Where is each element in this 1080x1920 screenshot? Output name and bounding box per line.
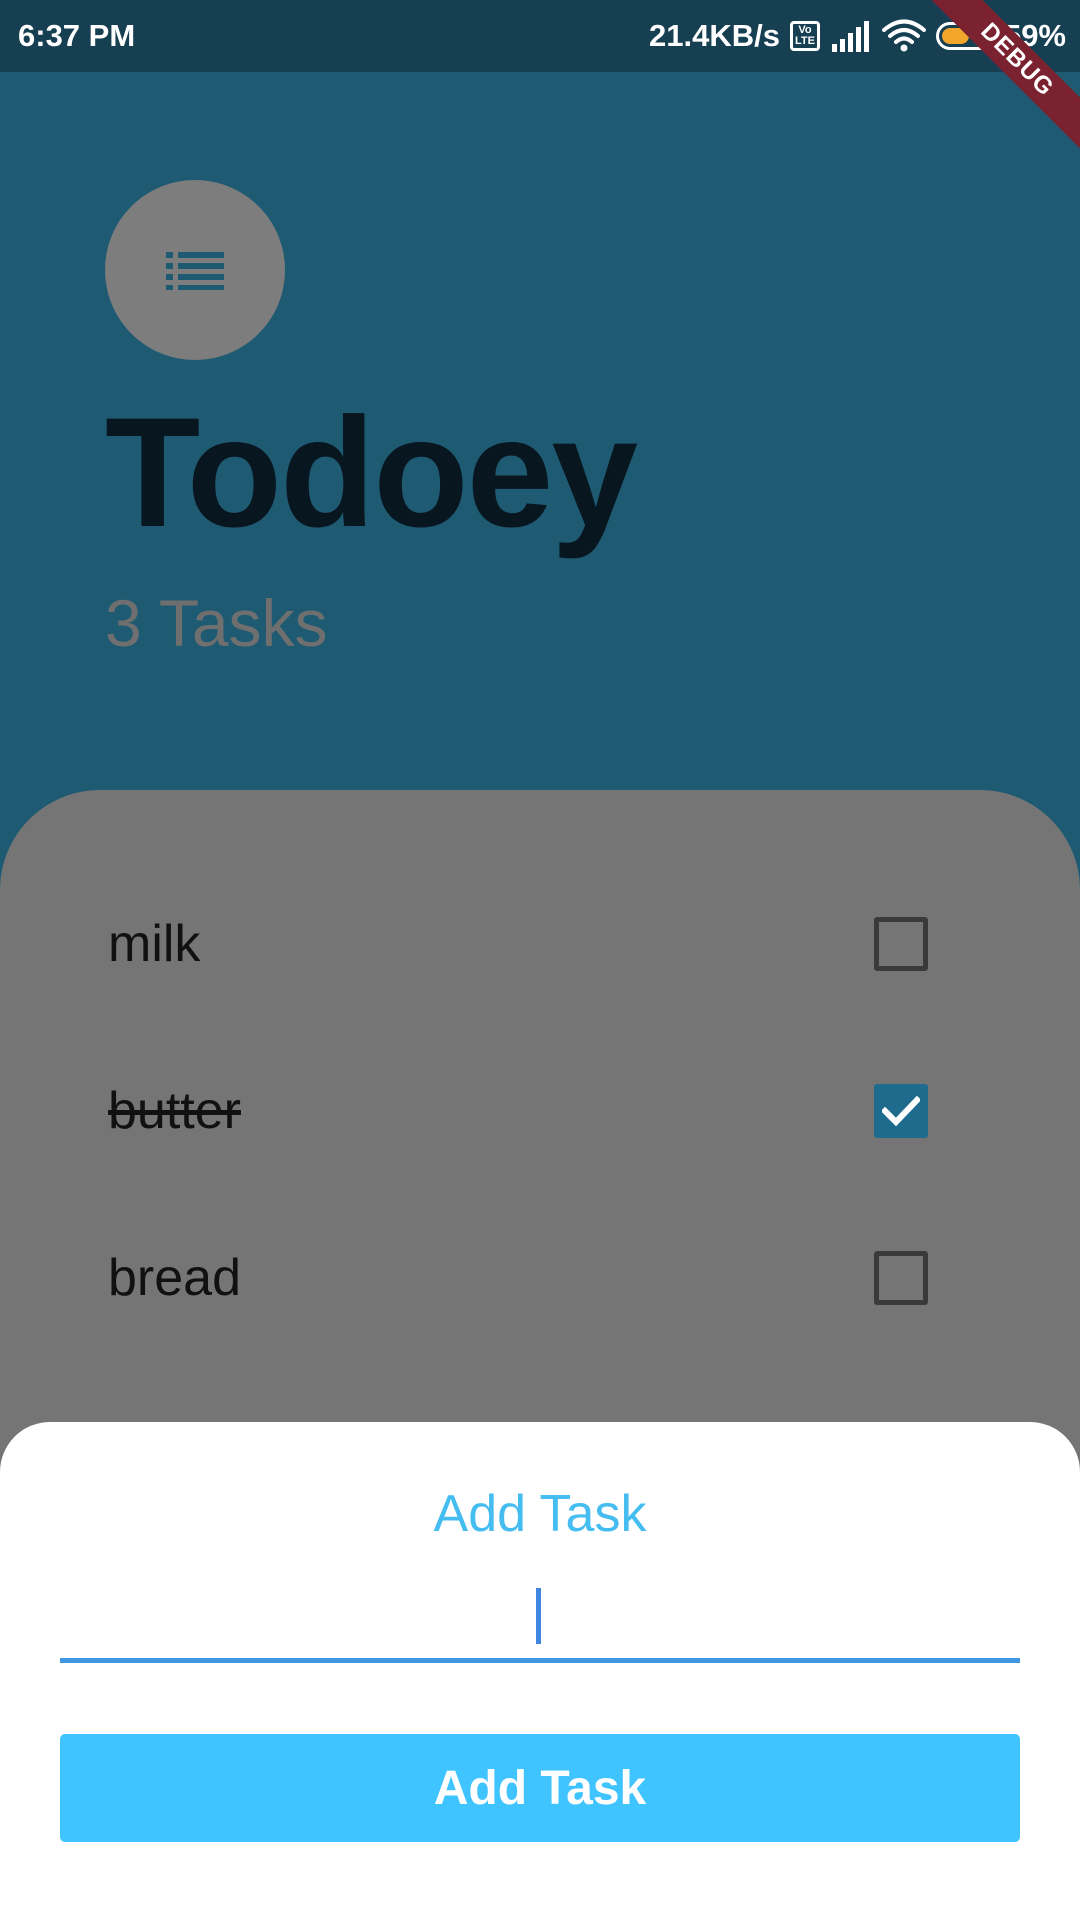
volte-icon-bottom-text: LTE xyxy=(794,35,815,47)
task-checkbox[interactable] xyxy=(874,917,928,971)
app-title: Todoey xyxy=(105,386,638,560)
checkmark-icon xyxy=(882,1096,920,1126)
list-icon xyxy=(166,252,224,290)
task-count: 3 Tasks xyxy=(105,586,328,660)
task-label: milk xyxy=(108,915,201,973)
status-time: 6:37 PM xyxy=(18,18,136,53)
list-icon-avatar xyxy=(105,180,285,360)
add-task-button[interactable]: Add Task xyxy=(60,1734,1020,1842)
task-row-milk[interactable]: milk xyxy=(108,904,928,984)
text-cursor xyxy=(536,1588,541,1644)
volte-icon: Vo LTE xyxy=(789,21,820,51)
task-checkbox[interactable] xyxy=(874,1084,928,1138)
task-label: butter xyxy=(108,1082,241,1140)
task-row-bread[interactable]: bread xyxy=(108,1238,928,1318)
app-screen: 6:37 PM 21.4KB/s Vo LTE 59% DEBUG Todoey… xyxy=(0,0,1080,1920)
signal-icon xyxy=(831,21,869,52)
network-speed: 21.4KB/s xyxy=(648,18,780,53)
status-bar: 6:37 PM 21.4KB/s Vo LTE 59% xyxy=(0,0,1080,72)
wifi-icon xyxy=(881,19,926,52)
task-row-butter[interactable]: butter xyxy=(108,1071,928,1151)
sheet-title: Add Task xyxy=(433,1485,647,1543)
task-checkbox[interactable] xyxy=(874,1251,928,1305)
add-task-sheet: Add Task Add Task xyxy=(0,1422,1080,1920)
task-label: bread xyxy=(108,1249,241,1307)
